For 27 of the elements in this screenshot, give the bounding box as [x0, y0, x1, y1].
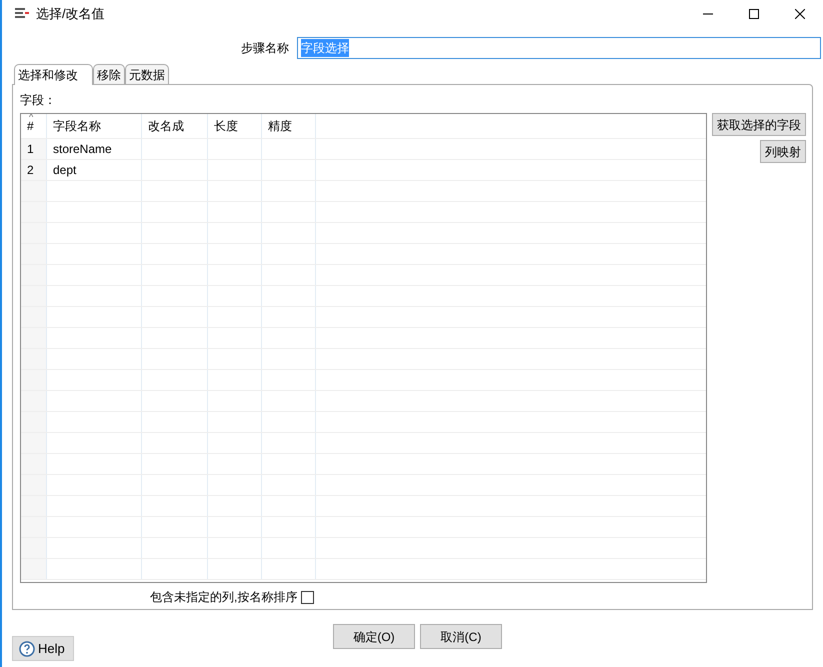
maximize-icon — [749, 9, 759, 19]
ok-button[interactable]: 确定(O) — [333, 624, 415, 649]
include-unspecified-checkbox[interactable] — [301, 590, 314, 604]
table-cell-text: storeName — [53, 141, 112, 158]
column-header[interactable]: 字段名称 — [53, 117, 101, 135]
tab[interactable]: 元数据 — [125, 64, 169, 84]
column-mapping-button[interactable]: 列映射 — [760, 140, 806, 163]
sort-indicator: ^ — [29, 114, 34, 122]
row-number: 2 — [21, 160, 47, 180]
help-icon — [19, 640, 35, 656]
row-number: 1 — [21, 139, 47, 159]
column-header[interactable]: 精度 — [268, 117, 292, 135]
column-header[interactable]: 改名成 — [148, 117, 184, 135]
table-cell-text: dept — [53, 162, 76, 179]
cancel-button[interactable]: 取消(C) — [420, 624, 502, 649]
tab[interactable]: 移除 — [93, 64, 125, 84]
step-name-label: 步骤名称 — [241, 40, 289, 57]
include-unspecified-label: 包含未指定的列,按名称排序 — [150, 589, 298, 606]
column-header[interactable]: 长度 — [214, 117, 238, 135]
get-fields-button[interactable]: 获取选择的字段 — [712, 113, 806, 136]
close-icon — [795, 9, 805, 19]
window-title: 选择/改名值 — [36, 5, 105, 24]
app-icon — [14, 7, 30, 21]
column-header[interactable]: # — [27, 117, 34, 135]
fields-label: 字段： — [20, 92, 57, 109]
tab[interactable]: 选择和修改 — [14, 64, 93, 85]
help-button[interactable]: Help — [12, 636, 74, 661]
